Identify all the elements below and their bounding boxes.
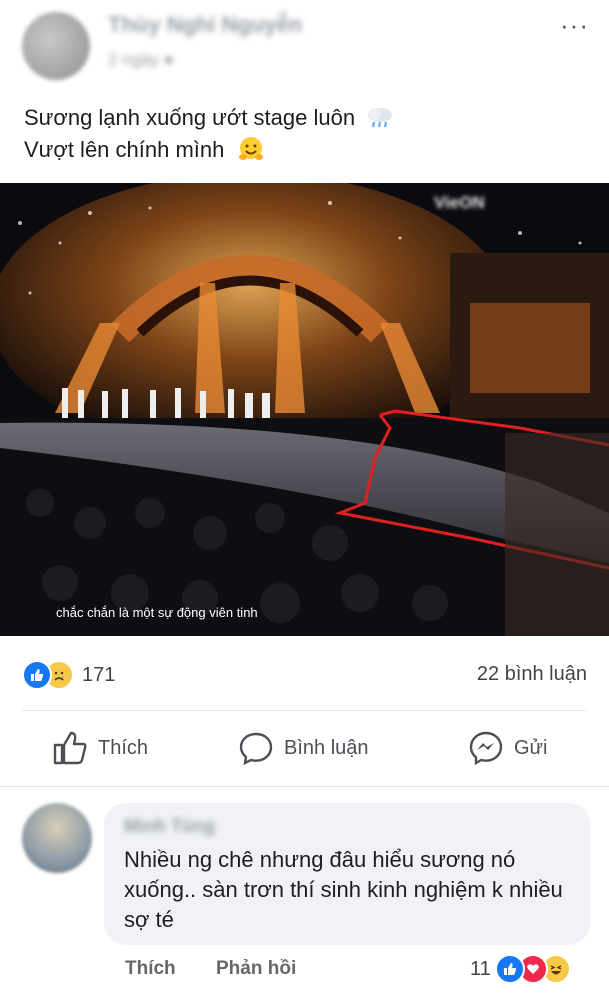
comment-reaction-count: 11 xyxy=(470,957,491,980)
cloud-rain-icon xyxy=(368,108,393,128)
like-button[interactable]: Thích xyxy=(52,730,148,766)
like-label: Thích xyxy=(98,736,149,759)
comment-reply-button[interactable]: Phản hồi xyxy=(216,958,296,980)
author-avatar[interactable] xyxy=(22,12,90,80)
comment-button[interactable]: Bình luận xyxy=(238,730,369,766)
author-name[interactable]: Thùy Nghi Nguyễn xyxy=(108,12,302,38)
reactions-summary[interactable]: 171 xyxy=(22,660,115,690)
comment-reactions[interactable]: 11 xyxy=(470,954,571,984)
comment-text: Nhiều ng chê nhưng đâu hiểu sương nó xuố… xyxy=(124,847,563,932)
send-button[interactable]: Gửi xyxy=(468,730,547,766)
thumbs-up-icon xyxy=(53,731,87,765)
video-subtitle: chắc chắn là một sự động viên tinh xyxy=(56,605,258,620)
comment-bubble-icon xyxy=(239,732,273,766)
commenter-name[interactable]: Minh Tùng xyxy=(124,816,215,837)
post-time[interactable]: 2 ngày ● xyxy=(108,50,174,70)
stage-scene xyxy=(0,183,609,636)
send-label: Gửi xyxy=(514,736,548,759)
comment-like-reaction-icon xyxy=(494,954,525,984)
stats-divider xyxy=(22,710,587,711)
more-options-icon[interactable]: ··· xyxy=(560,10,589,41)
comments-count[interactable]: 22 bình luận xyxy=(477,663,587,686)
messenger-icon xyxy=(469,731,503,766)
commenter-avatar[interactable] xyxy=(22,803,92,873)
actions-divider xyxy=(0,786,609,787)
hugging-face-icon xyxy=(238,137,263,160)
video-player[interactable]: VieON chắc chắn là một sự động viên tinh xyxy=(0,183,609,636)
comment-like-button[interactable]: Thích xyxy=(125,958,176,980)
comment-label: Bình luận xyxy=(284,736,369,759)
caption-line-1: Sương lạnh xuống ướt stage luôn xyxy=(24,105,356,130)
caption-line-2: Vượt lên chính mình xyxy=(24,137,225,162)
like-reaction-icon xyxy=(22,660,52,690)
post-caption: Sương lạnh xuống ướt stage luôn Vượt lên… xyxy=(24,102,395,166)
reaction-count: 171 xyxy=(82,663,116,686)
globe-icon: ● xyxy=(163,50,175,69)
channel-badge: VieON xyxy=(434,193,485,212)
